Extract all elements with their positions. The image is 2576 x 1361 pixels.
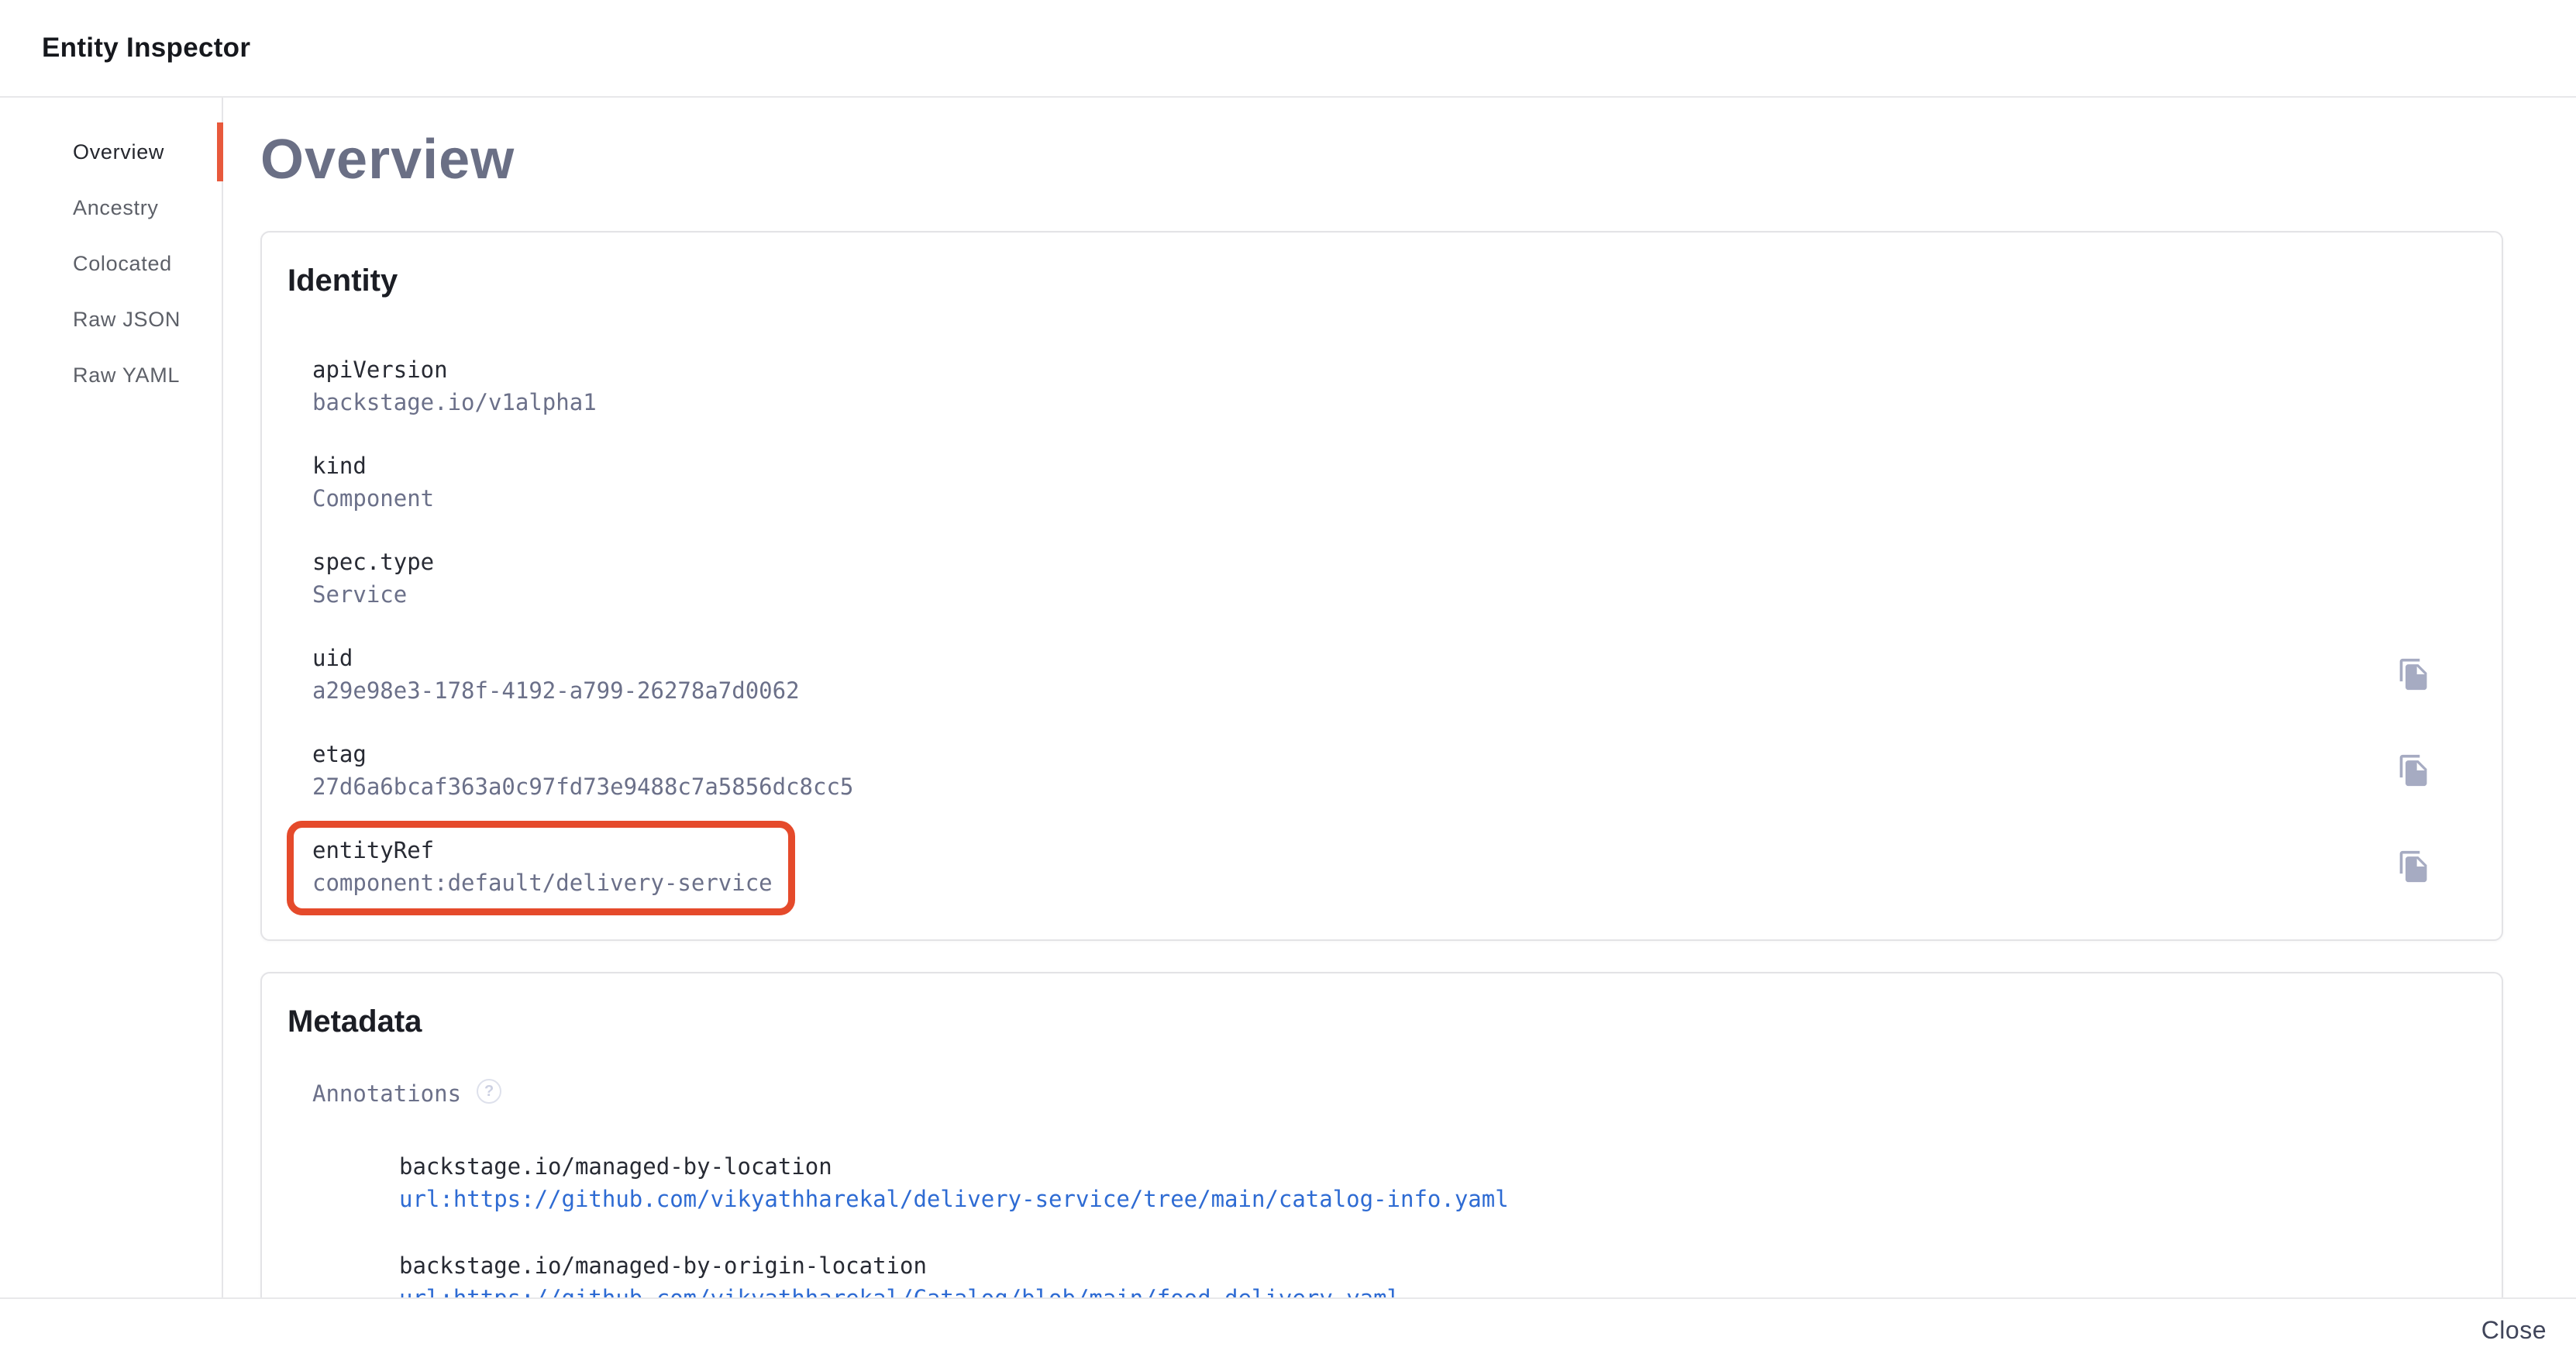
sidebar-item-ancestry[interactable]: Ancestry [0, 180, 222, 236]
metadata-card: Metadata Annotations ? backstage.io/mana… [260, 972, 2503, 1297]
field-label: etag [312, 738, 2396, 770]
field-row-etag: etag 27d6a6bcaf363a0c97fd73e9488c7a5856d… [312, 738, 2432, 803]
content-pane: Overview Identity apiVersion backstage.i… [223, 98, 2576, 1297]
dialog-body: Overview Ancestry Colocated Raw JSON Raw… [0, 98, 2576, 1297]
sidebar-item-overview[interactable]: Overview [0, 124, 222, 180]
annotation-entry: backstage.io/managed-by-location url:htt… [399, 1150, 2432, 1215]
copy-icon [2397, 849, 2431, 884]
field-label: uid [312, 642, 2396, 674]
annotations-label: Annotations [312, 1077, 461, 1110]
annotation-entry: backstage.io/managed-by-origin-location … [399, 1249, 2432, 1297]
field-value: component:default/delivery-service [312, 867, 773, 899]
field-row-uid: uid a29e98e3-178f-4192-a799-26278a7d0062 [312, 642, 2432, 707]
field-label: kind [312, 450, 2432, 482]
dialog-header: Entity Inspector [0, 0, 2576, 98]
annotation-key: backstage.io/managed-by-location [399, 1150, 2432, 1183]
identity-card-title: Identity [288, 262, 2432, 299]
copy-entityref-button[interactable] [2396, 848, 2432, 885]
help-icon[interactable]: ? [477, 1079, 501, 1104]
field-row-apiversion: apiVersion backstage.io/v1alpha1 [312, 353, 2432, 419]
entityref-highlight-box: entityRef component:default/delivery-ser… [287, 821, 795, 915]
field-row-entityref: entityRef component:default/delivery-ser… [312, 834, 2432, 899]
field-value: backstage.io/v1alpha1 [312, 386, 2432, 419]
dialog-title: Entity Inspector [42, 33, 250, 64]
field-value: 27d6a6bcaf363a0c97fd73e9488c7a5856dc8cc5 [312, 770, 2396, 803]
field-label: spec.type [312, 546, 2432, 578]
metadata-card-title: Metadata [288, 1003, 2432, 1040]
annotations-section-header: Annotations ? [312, 1077, 2432, 1110]
sidebar-item-raw-yaml[interactable]: Raw YAML [0, 347, 222, 403]
field-label: entityRef [312, 834, 773, 867]
sidebar-item-colocated[interactable]: Colocated [0, 236, 222, 291]
identity-card: Identity apiVersion backstage.io/v1alpha… [260, 231, 2503, 941]
annotation-key: backstage.io/managed-by-origin-location [399, 1249, 2432, 1282]
field-row-spec-type: spec.type Service [312, 546, 2432, 611]
field-value: Service [312, 578, 2432, 611]
copy-uid-button[interactable] [2396, 656, 2432, 693]
copy-etag-button[interactable] [2396, 752, 2432, 789]
inspector-sidebar: Overview Ancestry Colocated Raw JSON Raw… [0, 98, 223, 1297]
annotation-link[interactable]: url:https://github.com/vikyathharekal/de… [399, 1183, 1509, 1215]
copy-icon [2397, 753, 2431, 788]
identity-fields: apiVersion backstage.io/v1alpha1 kind Co… [312, 353, 2432, 899]
close-button[interactable]: Close [2481, 1310, 2547, 1351]
field-row-kind: kind Component [312, 450, 2432, 515]
sidebar-item-raw-json[interactable]: Raw JSON [0, 291, 222, 347]
annotation-link[interactable]: url:https://github.com/vikyathharekal/Ca… [399, 1282, 1400, 1297]
field-value: a29e98e3-178f-4192-a799-26278a7d0062 [312, 674, 2396, 707]
field-label: apiVersion [312, 353, 2432, 386]
page-title: Overview [260, 129, 2576, 191]
annotations-list: backstage.io/managed-by-location url:htt… [399, 1150, 2432, 1297]
field-value: Component [312, 482, 2432, 515]
copy-icon [2397, 656, 2431, 692]
dialog-footer: Close [0, 1297, 2576, 1361]
